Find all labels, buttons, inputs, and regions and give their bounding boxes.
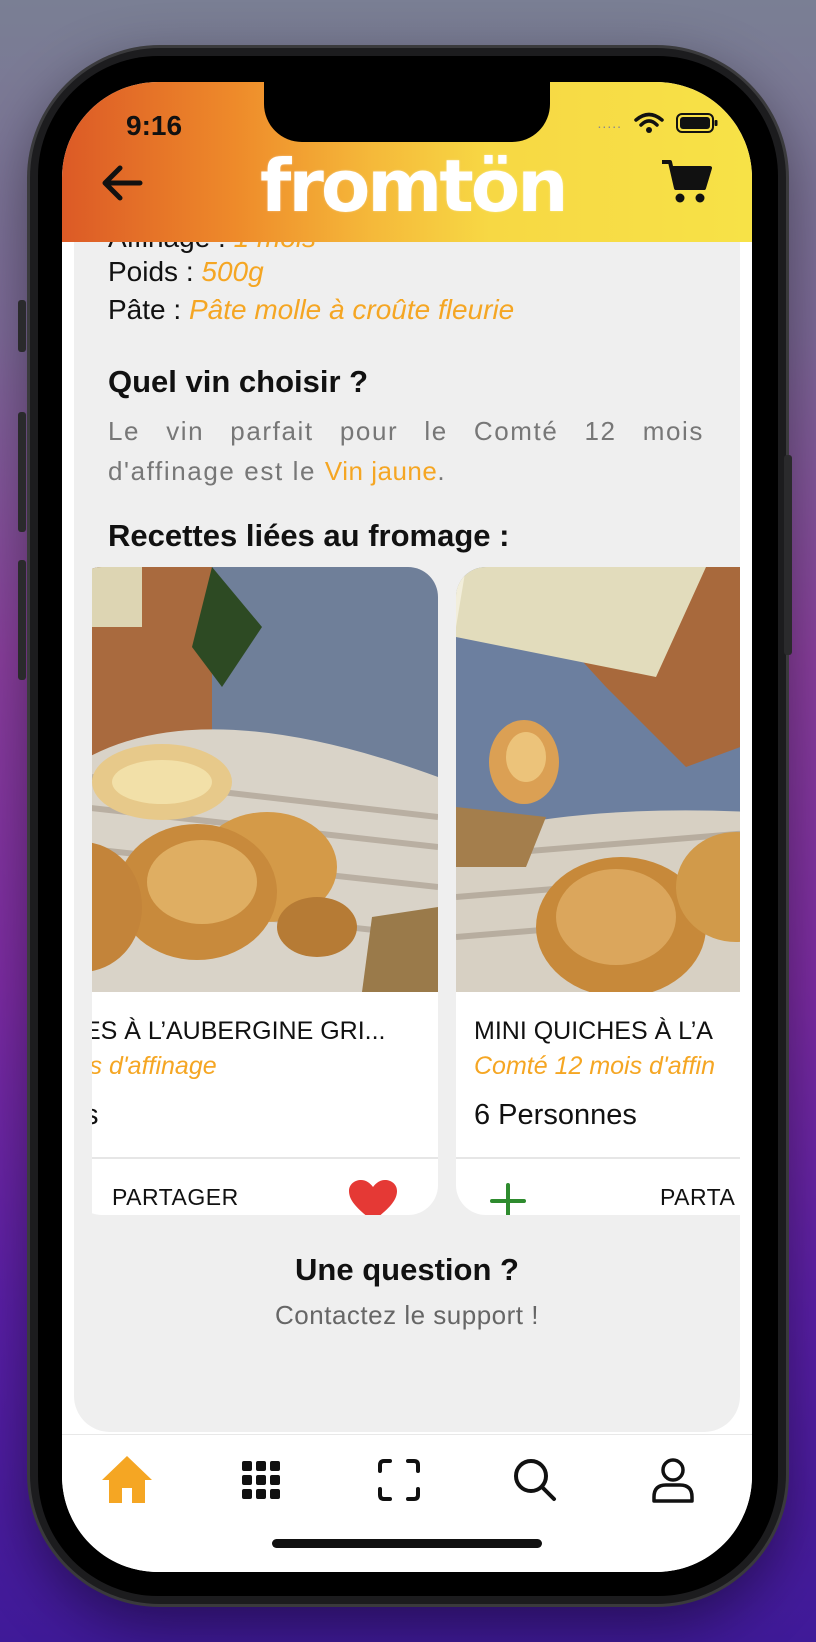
poids-value: 500g [201, 256, 264, 287]
affinage-row: Affinage : 1 mois [108, 242, 316, 254]
product-detail-content: Affinage : 1 mois Poids : 500g Pâte : Pâ… [74, 242, 740, 1432]
wine-text-end: . [437, 456, 447, 486]
share-button[interactable]: PARTAGER [112, 1184, 239, 1211]
home-indicator [272, 1539, 542, 1548]
cell-signal: ..... [597, 115, 622, 131]
affinage-label: Affinage : [108, 242, 226, 253]
recipes-heading: Recettes liées au fromage : [108, 518, 510, 553]
share-button[interactable]: PARTA [660, 1184, 735, 1211]
app-screen: Affinage : 1 mois Poids : 500g Pâte : Pâ… [62, 82, 752, 1572]
recipe-card[interactable]: ES À L’AUBERGINE GRI... is d'affinage s … [92, 567, 438, 1215]
app-header: 9:16 ..... fromtön [62, 82, 752, 242]
card-divider [92, 1157, 438, 1159]
recipe-title: ES À L’AUBERGINE GRI... [92, 1017, 386, 1045]
plus-icon[interactable] [488, 1181, 528, 1215]
wine-paragraph: Le vin parfait pour le Comté 12 mois d'a… [108, 411, 704, 491]
status-time: 9:16 [126, 110, 183, 141]
heart-icon[interactable] [348, 1179, 398, 1215]
poids-row: Poids : 500g [108, 256, 264, 288]
recipe-cheese: is d'affinage [92, 1052, 217, 1080]
grid-icon[interactable] [234, 1453, 288, 1507]
status-indicators: ..... [598, 112, 718, 134]
power-button [784, 455, 792, 655]
support-title: Une question ? [295, 1252, 519, 1287]
arrow-left-icon[interactable] [100, 160, 146, 206]
card-divider [456, 1157, 740, 1159]
bottom-tab-bar [62, 1434, 752, 1572]
camera-notch [264, 82, 550, 142]
scan-icon[interactable] [372, 1453, 426, 1507]
fromton-logo: fromtön [260, 144, 568, 228]
pate-label: Pâte : [108, 294, 182, 325]
volume-up-button [18, 412, 26, 532]
wifi-icon [634, 112, 664, 133]
battery-icon [676, 113, 718, 133]
pate-row: Pâte : Pâte molle à croûte fleurie [108, 294, 514, 326]
wine-link[interactable]: Vin jaune [325, 456, 437, 486]
recipe-cheese: Comté 12 mois d'affin [474, 1052, 715, 1080]
home-icon[interactable] [100, 1453, 154, 1507]
cart-icon[interactable] [660, 158, 712, 204]
recipes-carousel[interactable]: ES À L’AUBERGINE GRI... is d'affinage s … [92, 567, 740, 1217]
recipe-card[interactable]: MINI QUICHES À L’A Comté 12 mois d'affin… [456, 567, 740, 1215]
poids-label: Poids : [108, 256, 194, 287]
recipe-image [92, 567, 438, 992]
recipe-servings: 6 Personnes [474, 1099, 637, 1131]
recipe-image [456, 567, 740, 992]
pate-value: Pâte molle à croûte fleurie [188, 294, 515, 325]
search-icon[interactable] [508, 1453, 562, 1507]
affinage-value: 1 mois [234, 242, 316, 253]
recipe-servings: s [92, 1099, 99, 1132]
user-icon[interactable] [646, 1453, 700, 1507]
wine-heading: Quel vin choisir ? [108, 364, 369, 399]
recipe-title: MINI QUICHES À L’A [474, 1017, 713, 1045]
support-link[interactable]: Contactez le support ! [74, 1300, 740, 1331]
volume-down-button [18, 560, 26, 680]
mute-switch [18, 300, 26, 352]
